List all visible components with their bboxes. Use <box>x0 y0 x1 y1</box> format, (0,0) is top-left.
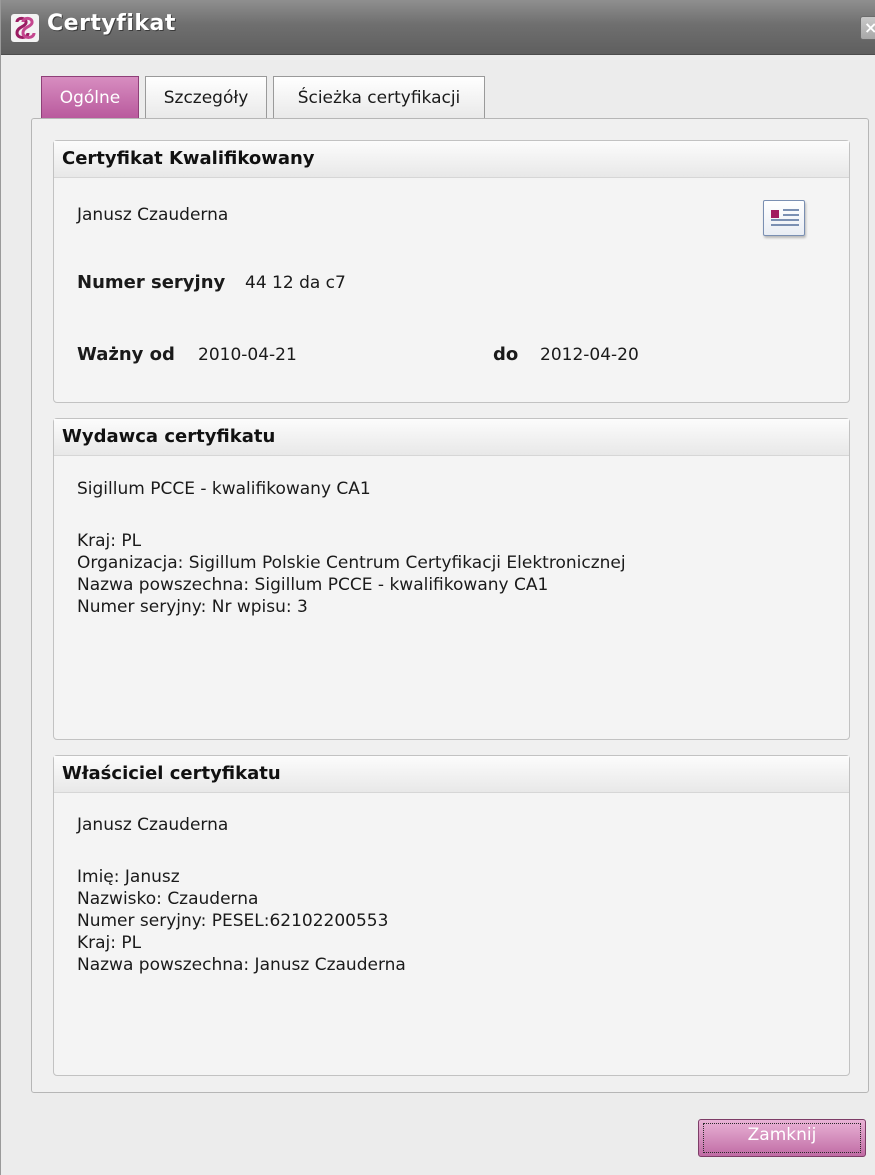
owner-detail-line: Kraj: PL <box>77 933 142 953</box>
certificate-icon <box>763 200 805 236</box>
issuer-detail-line: Kraj: PL <box>77 531 142 551</box>
window-title: Certyfikat <box>47 11 176 36</box>
owner-name: Janusz Czauderna <box>77 815 229 835</box>
close-button[interactable]: Zamknij <box>698 1119 866 1157</box>
issuer-details: Kraj: PL Organizacja: Sigillum Polskie C… <box>77 530 626 618</box>
valid-to-label: do <box>493 344 519 365</box>
valid-from-label: Ważny od <box>77 344 175 365</box>
tab-details[interactable]: Szczegóły <box>145 76 267 118</box>
issuer-name: Sigillum PCCE - kwalifikowany CA1 <box>77 479 371 499</box>
certificate-dialog: Certyfikat × Ogólne Szczegóły Ścieżka ce… <box>0 0 875 1175</box>
close-icon[interactable]: × <box>860 16 875 40</box>
title-bar[interactable]: Certyfikat × <box>1 0 875 55</box>
serial-number-value: 44 12 da c7 <box>245 273 346 293</box>
issuer-detail-line: Organizacja: Sigillum Polskie Centrum Ce… <box>77 553 626 573</box>
valid-from-value: 2010-04-21 <box>198 345 297 365</box>
owner-detail-line: Nazwa powszechna: Janusz Czauderna <box>77 955 406 975</box>
certificate-owner-name: Janusz Czauderna <box>77 205 229 225</box>
certificate-group-header: Certyfikat Kwalifikowany <box>54 141 849 178</box>
app-logo-icon <box>11 14 39 42</box>
issuer-detail-line: Nazwa powszechna: Sigillum PCCE - kwalif… <box>77 575 549 595</box>
issuer-detail-line: Numer seryjny: Nr wpisu: 3 <box>77 597 308 617</box>
focus-ring <box>703 1123 861 1153</box>
tab-general[interactable]: Ogólne <box>41 76 139 118</box>
owner-detail-line: Imię: Janusz <box>77 867 180 887</box>
owner-group-header: Właściciel certyfikatu <box>54 756 849 793</box>
owner-detail-line: Numer seryjny: PESEL:62102200553 <box>77 911 389 931</box>
owner-detail-line: Nazwisko: Czauderna <box>77 889 259 909</box>
tab-certification-path[interactable]: Ścieżka certyfikacji <box>273 76 485 118</box>
issuer-group-header: Wydawca certyfikatu <box>54 419 849 456</box>
valid-to-value: 2012-04-20 <box>540 345 639 365</box>
owner-details: Imię: Janusz Nazwisko: Czauderna Numer s… <box>77 866 406 976</box>
serial-number-label: Numer seryjny <box>77 272 226 293</box>
